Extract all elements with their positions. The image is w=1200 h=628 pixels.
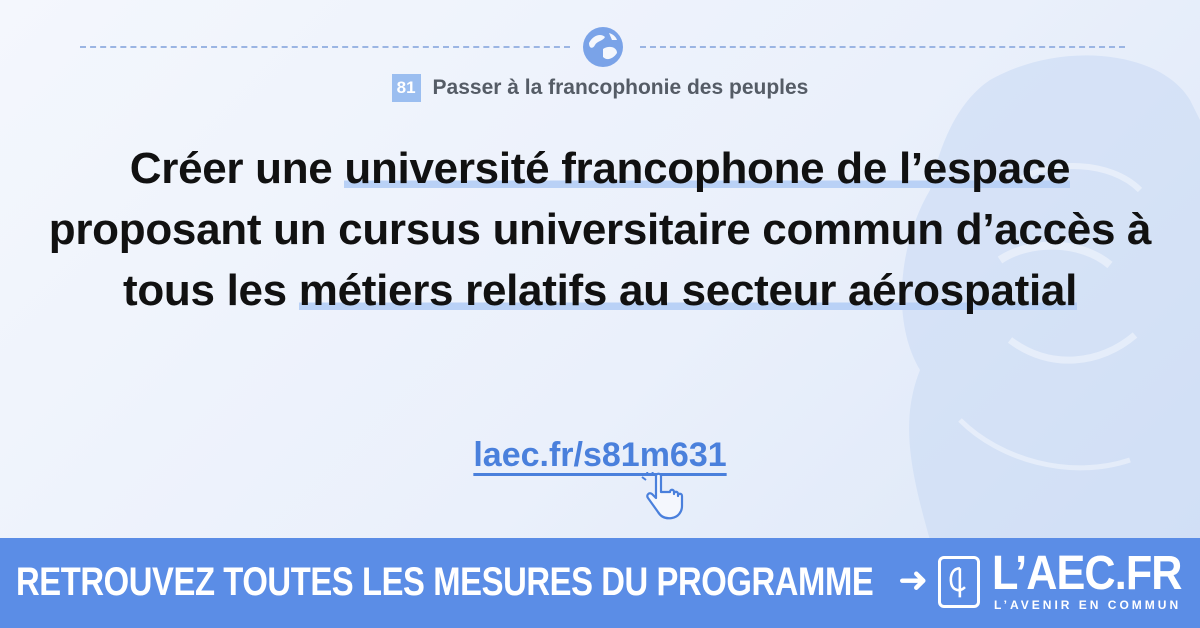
headline-highlight-2: métiers relatifs au secteur aérospatial bbox=[298, 266, 1078, 315]
headline-text-1: Créer une bbox=[129, 144, 345, 193]
chapter-number-badge: 81 bbox=[391, 74, 421, 102]
arrow-right-icon: ➜ bbox=[898, 560, 929, 601]
pointer-hand-icon bbox=[641, 472, 684, 520]
chapter-title: Passer à la francophonie des peuples bbox=[432, 76, 809, 99]
divider-left bbox=[80, 46, 570, 48]
laec-logo-icon bbox=[938, 556, 980, 608]
measure-link[interactable]: laec.fr/s81m631 bbox=[473, 436, 726, 475]
measure-headline: Créer une université francophone de l’es… bbox=[40, 138, 1160, 321]
chapter-header: 81 Passer à la francophonie des peuples bbox=[0, 74, 1200, 102]
headline-highlight-1: université francophone de l’espace bbox=[344, 144, 1071, 193]
cta-text: RETROUVEZ TOUTES LES MESURES DU PROGRAMM… bbox=[16, 560, 874, 604]
laec-logo-text: L’AEC.FR bbox=[992, 547, 1183, 600]
globe-icon bbox=[583, 27, 623, 67]
laec-logo-subtitle: L’AVENIR EN COMMUN bbox=[994, 598, 1182, 612]
divider-right bbox=[640, 46, 1125, 48]
cta-banner[interactable]: RETROUVEZ TOUTES LES MESURES DU PROGRAMM… bbox=[0, 538, 1200, 628]
